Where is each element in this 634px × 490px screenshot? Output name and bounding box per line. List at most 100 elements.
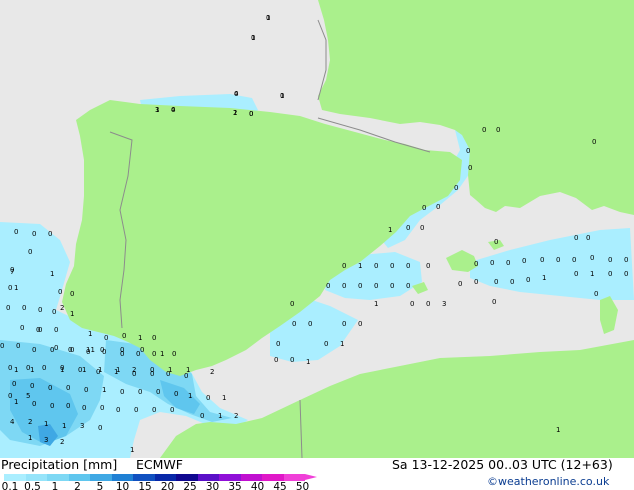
precip-value-label: 0 <box>374 282 378 290</box>
scale-tick-label: 10 <box>115 481 130 490</box>
precip-value-label: 0 <box>206 394 210 402</box>
precip-value-label: 0 <box>38 306 42 314</box>
precip-value-label: 0 <box>84 386 88 394</box>
precip-value-label: 0 <box>249 110 253 118</box>
precip-value-label: 0 <box>492 298 496 306</box>
scale-cell <box>133 474 155 481</box>
precip-value-label: 0 <box>200 412 204 420</box>
precip-value-label: 0 <box>574 234 578 242</box>
precip-value-label: 0 <box>170 406 174 414</box>
precip-value-label: 0 <box>0 342 4 350</box>
precip-value-label: 0 <box>624 256 628 264</box>
precip-value-label: 0 <box>48 230 52 238</box>
precip-value-label: 0 <box>54 344 58 352</box>
precip-value-label: 1 <box>160 350 164 358</box>
precip-value-label: 1 <box>60 366 64 374</box>
precip-value-label: 1 <box>98 366 102 374</box>
precip-value-label: 0 <box>586 234 590 242</box>
scale-arrow <box>305 474 317 480</box>
precip-value-label: 0 <box>20 324 24 332</box>
precip-value-label: 0 <box>120 346 124 354</box>
precip-value-label: 0 <box>468 164 472 172</box>
scale-tick-label: 25 <box>183 481 197 490</box>
precip-value-label: 1 <box>280 92 284 100</box>
precip-value-label: 1 <box>358 262 362 270</box>
scale-tick-label: 35 <box>228 481 242 490</box>
precip-value-label: 0 <box>358 282 362 290</box>
precip-value-label: 1 <box>50 270 54 278</box>
precip-value-label: 0 <box>48 384 52 392</box>
precip-value-label: 0 <box>420 224 424 232</box>
precip-value-label: 0 <box>624 270 628 278</box>
precip-value-label: 11 <box>86 346 95 354</box>
precip-value-label: 0 <box>406 282 410 290</box>
precip-value-label: 1 <box>130 446 134 454</box>
precip-value-label: 0 <box>590 254 594 262</box>
precip-value-label: 0 <box>122 332 126 340</box>
precip-value-label: 0 <box>574 270 578 278</box>
precip-value-label: 3 <box>44 436 48 444</box>
precip-value-label: 0 <box>410 300 414 308</box>
scale-tick-label: 5 <box>96 481 104 490</box>
precip-value-label: 0 <box>12 380 16 388</box>
precip-value-label: 0 <box>70 290 74 298</box>
precip-value-label: 0 <box>436 203 440 211</box>
scale-tick-label: 45 <box>273 481 287 490</box>
precip-value-label: 0 <box>32 346 36 354</box>
precip-value-label: 0 <box>390 282 394 290</box>
precip-value-label: 0 <box>156 388 160 396</box>
precip-value-label: 2 <box>60 304 64 312</box>
precip-value-label: 4 <box>10 418 15 426</box>
precip-value-label: 0 <box>290 356 294 364</box>
precip-value-label: 1 <box>306 358 310 366</box>
precip-value-label: 0 <box>458 280 462 288</box>
precip-value-label: 0 <box>342 262 346 270</box>
precip-value-label: 1 <box>155 106 159 114</box>
scale-cell <box>154 474 176 481</box>
precip-value-label: 0 <box>540 256 544 264</box>
precip-value-label: 1 <box>14 398 18 406</box>
precip-value-label: 0 <box>426 262 430 270</box>
precip-value-label: 2 <box>28 418 32 426</box>
precip-value-label: 0 <box>16 342 20 350</box>
precip-value-label: 2 <box>60 438 64 446</box>
precip-value-label: 0 <box>594 290 598 298</box>
precip-value-label: 0 <box>38 326 42 334</box>
precip-value-label: 0 <box>70 346 74 354</box>
precip-value-label: 2 <box>132 366 136 374</box>
precip-value-label: 4 <box>171 106 176 114</box>
precip-value-label: 0 <box>150 366 154 374</box>
precip-value-label: 0 <box>58 288 62 296</box>
precip-value-label: 0 <box>490 259 494 267</box>
credit-link[interactable]: ©weatheronline.co.uk <box>487 475 609 488</box>
precip-value-label: 0 <box>66 384 70 392</box>
precip-value-label: 0 <box>6 304 10 312</box>
precip-value-label: 0 <box>152 406 156 414</box>
precip-value-label: 0 <box>556 256 560 264</box>
precip-value-label: 0 <box>494 278 498 286</box>
precip-value-label: 1 <box>14 284 18 292</box>
precip-value-label: 1 <box>222 394 226 402</box>
precip-value-label: 1 <box>556 426 560 434</box>
precip-value-label: 0 <box>82 404 86 412</box>
precip-value-label: 0 <box>454 184 458 192</box>
precip-value-label: 0 <box>42 364 46 372</box>
precip-value-label: 0 <box>482 126 486 134</box>
scale-tick-label: 2 <box>74 481 81 490</box>
precip-value-label: 0 <box>140 346 144 354</box>
precip-value-label: 0 <box>32 400 36 408</box>
precip-value-label: 1 <box>14 366 18 374</box>
precip-value-label: 1 <box>188 392 192 400</box>
precip-value-label: 0 <box>98 424 102 432</box>
precip-value-label: 0 <box>494 238 498 246</box>
precip-value-label: 1 <box>218 412 222 420</box>
precip-value-label: 1 <box>251 34 255 42</box>
precip-value-label: 0 <box>152 350 156 358</box>
precip-value-label: 0 <box>496 126 500 134</box>
precip-value-label: 0 <box>474 260 478 268</box>
precip-value-label: 0 <box>290 300 294 308</box>
precip-value-label: 0 <box>152 334 156 342</box>
precip-value-label: 0 <box>66 402 70 410</box>
scale-cell <box>240 474 262 481</box>
precip-value-label: 0 <box>510 278 514 286</box>
